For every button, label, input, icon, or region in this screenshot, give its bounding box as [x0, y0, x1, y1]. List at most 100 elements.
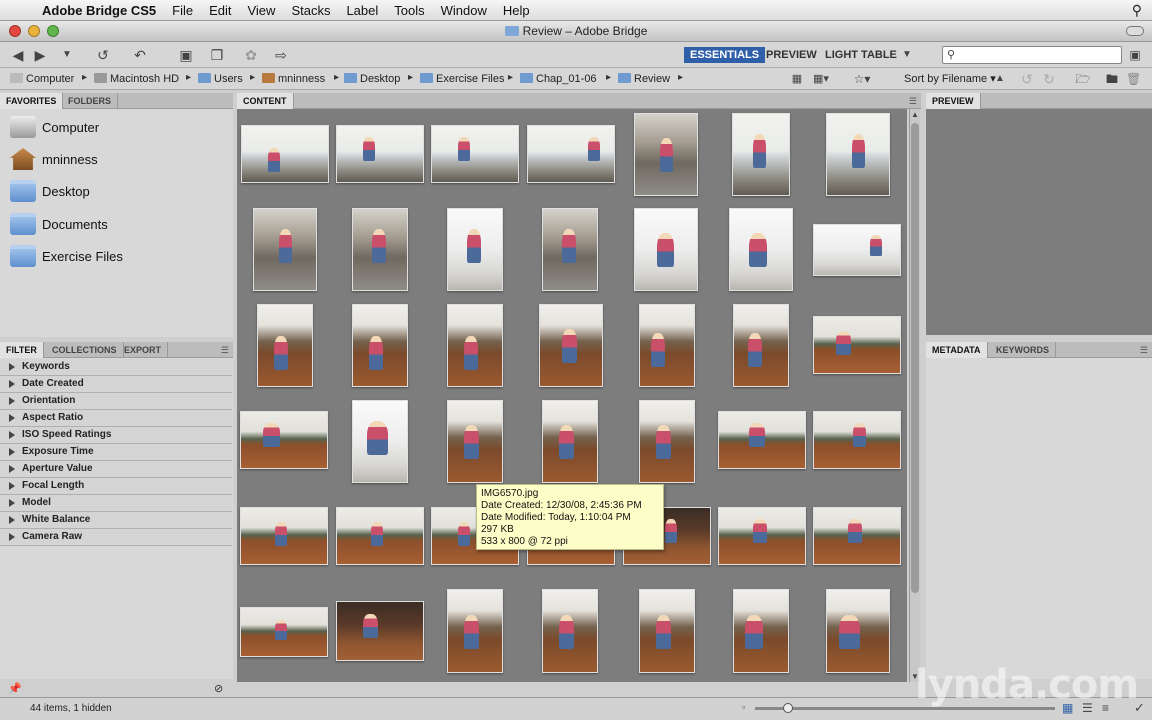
back-arrow-icon[interactable]: ◀ — [10, 46, 26, 64]
menu-file[interactable]: File — [164, 3, 201, 18]
tab-filter[interactable]: FILTER — [0, 342, 44, 358]
menu-stacks[interactable]: Stacks — [283, 3, 338, 18]
thumbnail[interactable] — [240, 507, 328, 565]
thumbnail[interactable] — [336, 601, 424, 661]
menu-window[interactable]: Window — [433, 3, 495, 18]
thumbnail[interactable] — [447, 208, 503, 291]
thumbnail[interactable] — [826, 113, 890, 196]
thumbnail[interactable] — [813, 316, 901, 374]
thumbnail[interactable] — [813, 224, 901, 276]
toolbar-toggle-button[interactable] — [1126, 26, 1144, 36]
thumbnail[interactable] — [733, 304, 789, 387]
thumbnail[interactable] — [732, 113, 790, 196]
menu-label[interactable]: Label — [338, 3, 386, 18]
refine-icon[interactable]: ❐ — [206, 46, 228, 64]
filter-iso-speed[interactable]: ISO Speed Ratings — [0, 427, 232, 444]
spotlight-icon[interactable]: ⚲ — [1132, 2, 1142, 19]
delete-icon[interactable]: 🗑 — [1126, 70, 1141, 88]
output-icon[interactable]: ⇨ — [268, 46, 294, 64]
scroll-up-icon[interactable]: ▲ — [911, 110, 919, 119]
favorite-desktop[interactable]: Desktop — [10, 179, 90, 203]
thumbnail[interactable] — [542, 400, 598, 483]
thumbnail[interactable] — [639, 304, 695, 387]
thumbnail[interactable] — [253, 208, 317, 291]
rotate-left-icon[interactable]: ↺ — [1020, 70, 1034, 88]
filter-aperture-value[interactable]: Aperture Value — [0, 461, 232, 478]
thumbnail[interactable] — [542, 208, 598, 291]
thumbnail[interactable] — [813, 507, 901, 565]
scrollbar-thumb[interactable] — [911, 123, 919, 593]
pin-icon[interactable]: 📌 — [8, 682, 22, 695]
tab-content[interactable]: CONTENT — [237, 93, 294, 109]
favorite-home[interactable]: mninness — [10, 147, 98, 171]
breadcrumb-computer[interactable]: Computer — [10, 72, 74, 86]
new-folder-icon[interactable]: 🖿 — [1104, 70, 1120, 88]
reveal-recent-icon[interactable]: ↺ — [92, 46, 114, 64]
recent-dropdown-icon[interactable]: ▼ — [60, 46, 74, 64]
sort-by-dropdown[interactable]: Sort by Filename ▾ — [904, 72, 996, 86]
filter-date-created[interactable]: Date Created — [0, 376, 232, 393]
filter-items-icon[interactable]: ▦▾ — [810, 70, 832, 88]
workspace-preview[interactable]: PREVIEW — [760, 47, 823, 63]
thumbnail[interactable] — [718, 507, 806, 565]
workspace-light-table[interactable]: LIGHT TABLE — [819, 47, 903, 63]
thumbnail[interactable] — [539, 304, 603, 387]
filter-focal-length[interactable]: Focal Length — [0, 478, 232, 495]
menu-edit[interactable]: Edit — [201, 3, 239, 18]
rotate-right-icon[interactable]: ↻ — [1042, 70, 1056, 88]
menu-tools[interactable]: Tools — [386, 3, 432, 18]
slider-knob[interactable] — [783, 703, 793, 713]
favorite-computer[interactable]: Computer — [10, 115, 99, 139]
tab-favorites[interactable]: FAVORITES — [0, 93, 64, 109]
filter-white-balance[interactable]: White Balance — [0, 512, 232, 529]
favorite-exercise-files[interactable]: Exercise Files — [10, 244, 123, 268]
tab-metadata[interactable]: METADATA — [926, 342, 988, 358]
filter-camera-raw[interactable]: Camera Raw — [0, 529, 232, 546]
favorite-documents[interactable]: Documents — [10, 212, 108, 236]
thumbnail[interactable] — [813, 411, 901, 469]
tab-keywords[interactable]: KEYWORDS — [990, 342, 1057, 358]
get-photos-camera-icon[interactable]: ▣ — [176, 46, 196, 64]
thumbnail[interactable] — [542, 589, 598, 673]
workspace-dropdown-icon[interactable]: ▼ — [900, 46, 914, 64]
tab-export[interactable]: EXPORT — [118, 342, 169, 358]
forward-arrow-icon[interactable]: ▶ — [32, 46, 48, 64]
open-recent-folder-icon[interactable]: 🗁 — [1072, 70, 1094, 88]
panel-menu-icon[interactable]: ☰ — [1140, 345, 1148, 356]
thumbnail[interactable] — [336, 507, 424, 565]
workspace-essentials[interactable]: ESSENTIALS — [684, 47, 766, 63]
filter-aspect-ratio[interactable]: Aspect Ratio — [0, 410, 232, 427]
tab-collections[interactable]: COLLECTIONS — [46, 342, 124, 358]
thumbnail[interactable] — [447, 304, 503, 387]
thumbnail[interactable] — [352, 208, 408, 291]
quality-options-icon[interactable]: ▦ — [790, 70, 804, 88]
breadcrumb-users[interactable]: Users — [198, 72, 243, 86]
compact-mode-icon[interactable]: ▣ — [1128, 46, 1142, 64]
thumbnail[interactable] — [352, 400, 408, 483]
filter-exposure-time[interactable]: Exposure Time — [0, 444, 232, 461]
open-in-camera-raw-icon[interactable]: ✿ — [242, 46, 260, 64]
thumbnail[interactable] — [729, 208, 793, 291]
return-to-camera-raw-icon[interactable]: ↶ — [132, 46, 148, 64]
panel-menu-icon[interactable]: ☰ — [221, 345, 229, 356]
breadcrumb-review[interactable]: Review — [618, 72, 670, 86]
menu-view[interactable]: View — [239, 3, 283, 18]
clear-filter-icon[interactable]: ⊘ — [214, 682, 223, 695]
thumbnail[interactable] — [639, 589, 695, 673]
thumbnail[interactable] — [257, 304, 313, 387]
star-rating-icon[interactable]: ☆▾ — [850, 70, 874, 88]
thumbnail[interactable] — [431, 125, 519, 183]
zoom-out-icon[interactable]: ▫ — [742, 702, 745, 712]
breadcrumb-mninness[interactable]: mninness — [262, 72, 325, 86]
thumbnail[interactable] — [634, 208, 698, 291]
panel-menu-icon[interactable]: ☰ — [909, 96, 917, 107]
thumbnail[interactable] — [733, 589, 789, 673]
menu-app-name[interactable]: Adobe Bridge CS5 — [34, 3, 164, 18]
thumbnail[interactable] — [447, 400, 503, 483]
breadcrumb-exercise-files[interactable]: Exercise Files — [420, 72, 504, 86]
tab-folders[interactable]: FOLDERS — [62, 93, 119, 109]
thumbnail[interactable] — [826, 589, 890, 673]
breadcrumb-chap[interactable]: Chap_01-06 — [520, 72, 597, 86]
sort-ascending-icon[interactable]: ▲ — [994, 70, 1006, 88]
search-input[interactable] — [942, 46, 1122, 64]
